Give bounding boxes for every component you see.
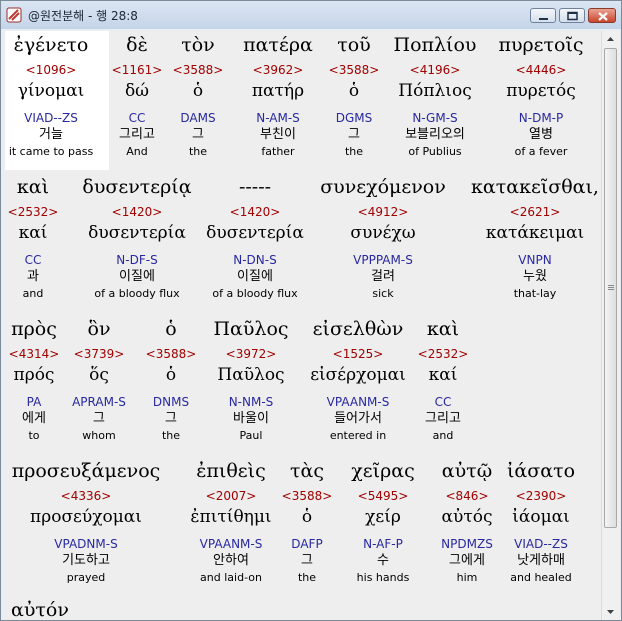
word-korean: 그리고	[425, 411, 461, 426]
grip-icon	[608, 285, 614, 286]
app-window: @원전분해 - 행 28:8 αὐτόν ἐγένετο <1096> γίνομα…	[0, 0, 622, 621]
word-column[interactable]: κατακεῖσθαι, <2621> κατάκειμαι VNPN 누웠 that-l…	[455, 173, 601, 302]
scroll-thumb[interactable]	[604, 48, 617, 528]
word-column[interactable]: συνεχόμενον <4912> συνέχω VPPPAM-S 걸려 sick	[303, 173, 463, 302]
close-icon	[598, 12, 608, 21]
word-lemma: καί	[428, 365, 458, 385]
word-korean: 낫게하매	[517, 553, 565, 568]
minimize-button[interactable]	[530, 8, 556, 23]
word-column[interactable]: προσευξάμενος <4336> προσεύχομαι VPADNM-S 기도…	[6, 457, 166, 586]
maximize-button[interactable]	[559, 8, 585, 23]
partial-next-word: αὐτόν	[11, 599, 69, 620]
word-morph: VNPN	[518, 253, 552, 267]
word-english: prayed	[66, 571, 106, 584]
word-morph: N-DM-P	[518, 111, 564, 125]
vertical-scrollbar[interactable]	[601, 31, 619, 620]
app-icon	[6, 7, 22, 23]
word-greek: πυρετοῖς	[498, 34, 584, 56]
word-english: of a fever	[514, 145, 568, 158]
interlinear-view[interactable]: αὐτόν ἐγένετο <1096> γίνομαι VIAD--ZS 거늘 it c…	[5, 31, 601, 620]
word-greek: προσευξάμενος	[11, 460, 161, 482]
scroll-down-arrow-icon[interactable]	[602, 603, 619, 620]
word-greek: συνεχόμενον	[320, 176, 446, 198]
word-korean: 열병	[529, 127, 553, 142]
word-column[interactable]: πυρετοῖς <4446> πυρετός N-DM-P 열병 of a fever	[461, 31, 601, 160]
word-morph: VPADNM-S	[54, 537, 118, 551]
close-button[interactable]	[588, 8, 616, 23]
word-lemma: ἰάομαι	[512, 507, 570, 527]
word-column[interactable]: ἰάσατο <2390> ἰάομαι VIAD--ZS 낫게하매 and healed	[461, 457, 601, 586]
word-english: that-lay	[513, 287, 557, 300]
word-korean: 걸려	[371, 269, 395, 284]
word-strong: <4912>	[357, 205, 409, 219]
word-greek: κατακεῖσθαι,	[471, 176, 599, 198]
word-morph: VIAD--ZS	[514, 537, 568, 551]
maximize-icon	[567, 11, 578, 21]
word-lemma: συνέχω	[350, 223, 416, 243]
minimize-icon	[539, 18, 548, 20]
window-title: @원전분해 - 행 28:8	[28, 9, 138, 23]
word-strong: <4336>	[60, 489, 112, 503]
word-strong: <2532>	[417, 347, 469, 361]
word-strong: <2621>	[509, 205, 561, 219]
word-greek: ἰάσατο	[506, 460, 576, 482]
word-greek: καὶ	[426, 318, 460, 340]
word-column[interactable]: καὶ <2532> καί CC 그리고 and	[363, 315, 523, 444]
word-strong: <2390>	[515, 489, 567, 503]
word-strong: <4446>	[515, 63, 567, 77]
word-korean: 기도하고	[62, 553, 110, 568]
word-english: and	[432, 429, 454, 442]
word-lemma: προσεύχομαι	[30, 507, 142, 527]
word-korean: 누웠	[523, 269, 547, 284]
word-morph: VPPPAM-S	[353, 253, 413, 267]
word-english: sick	[372, 287, 394, 300]
word-lemma: πυρετός	[506, 81, 576, 101]
title-bar[interactable]: @원전분해 - 행 28:8	[1, 1, 621, 29]
word-lemma: κατάκειμαι	[485, 223, 585, 243]
word-english: and healed	[510, 571, 572, 584]
word-morph: CC	[434, 395, 452, 409]
scroll-up-arrow-icon[interactable]	[602, 31, 619, 48]
